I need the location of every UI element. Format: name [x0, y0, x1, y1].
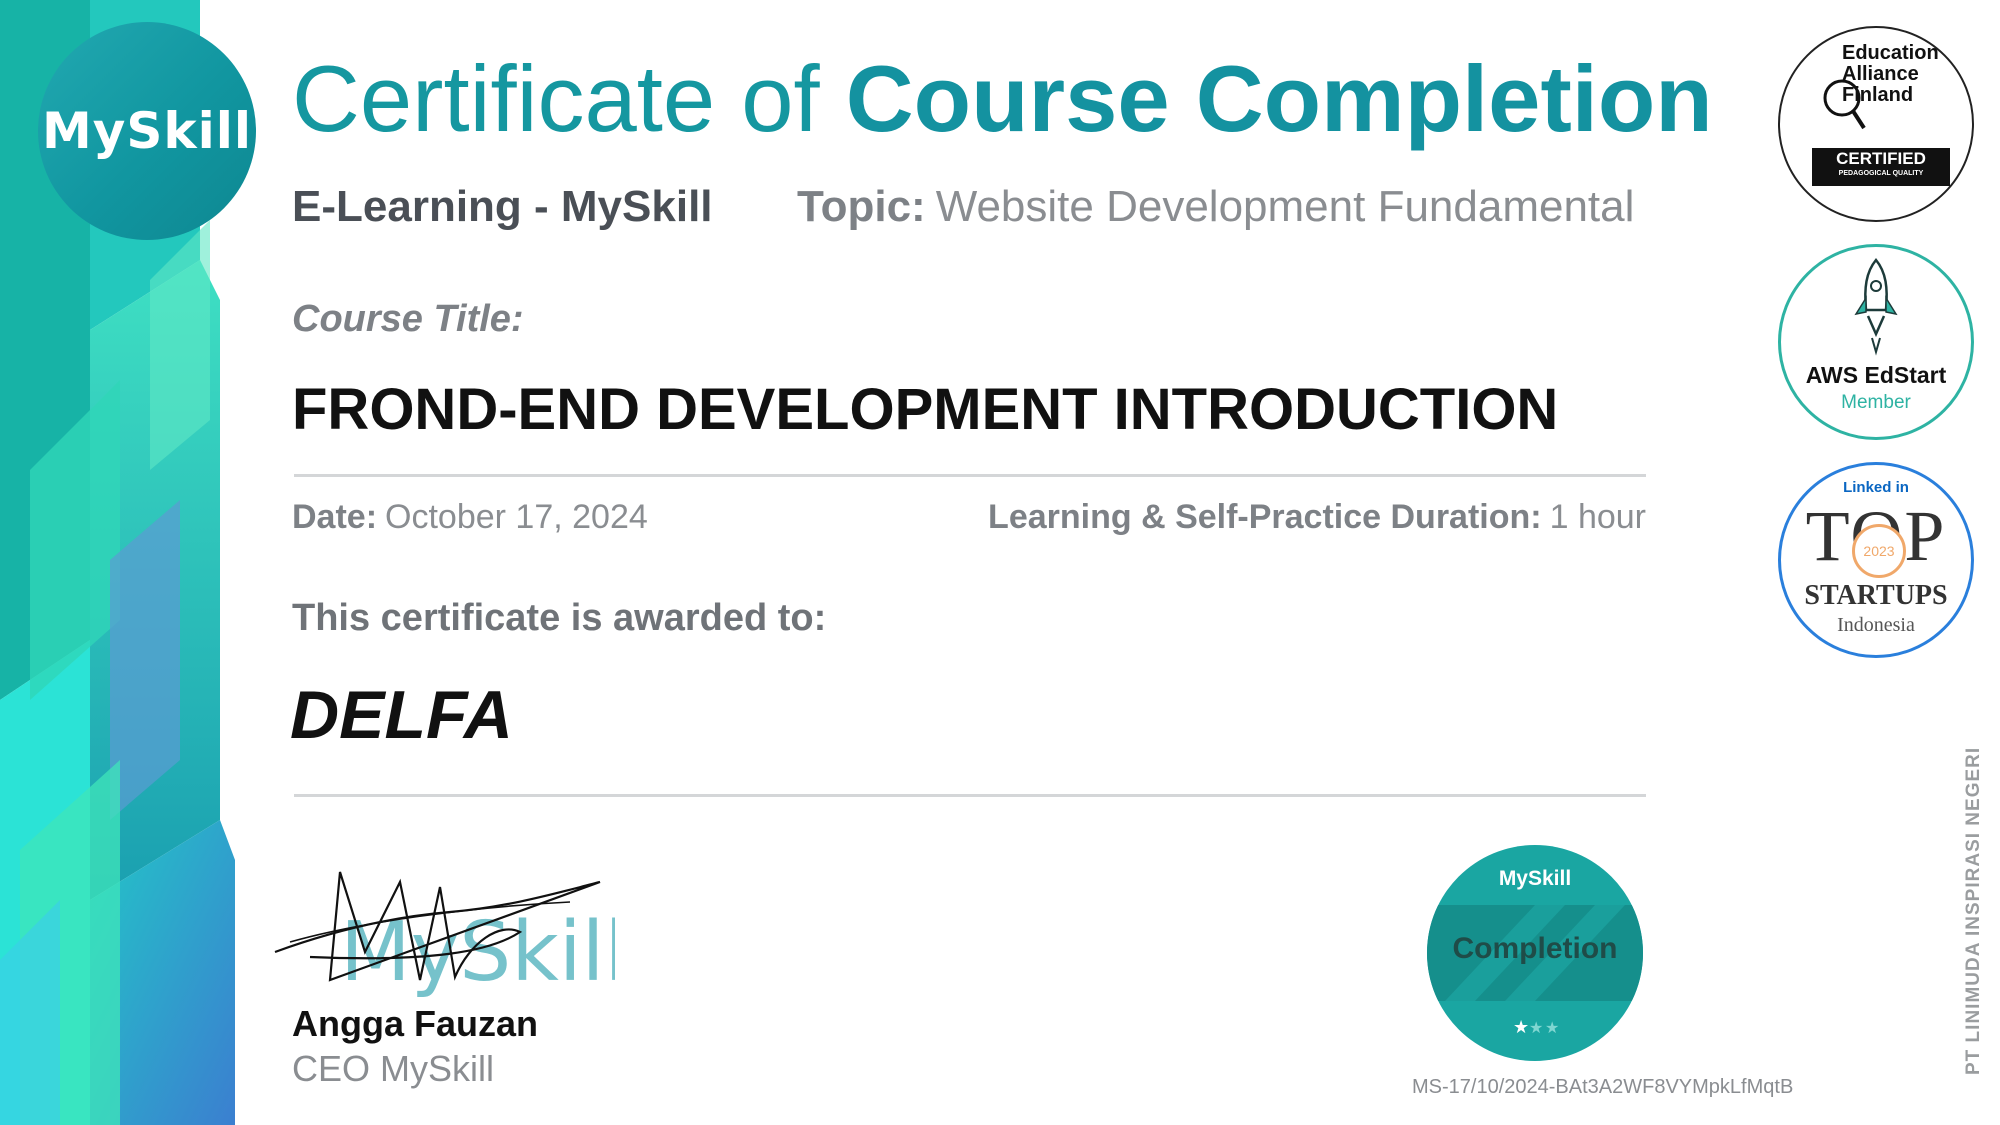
topic: Topic: Website Development Fundamental: [797, 182, 1634, 232]
country-label: Indonesia: [1837, 614, 1915, 636]
aws-badge-sub: Member: [1841, 392, 1911, 413]
company-name-vertical: PT LINIMUDA INSPIRASI NEGERI: [1963, 746, 1984, 1075]
eaf-certified-label: CERTIFIED PEDAGOGICAL QUALITY: [1812, 148, 1950, 186]
divider-bottom: [294, 794, 1646, 797]
seal-brand: MySkill: [1498, 867, 1572, 890]
signer-name: Angga Fauzan: [292, 1003, 539, 1044]
divider-top: [294, 474, 1646, 477]
linkedin-logo: Linked in: [1843, 479, 1909, 496]
signer-role: CEO MySkill: [292, 1048, 495, 1089]
provider-name: E-Learning - MySkill: [292, 182, 713, 231]
duration-label: Learning & Self-Practice Duration:: [988, 498, 1542, 536]
logo-text: MySkill: [41, 102, 253, 160]
seal-star: ★: [1529, 1018, 1543, 1037]
topic-value: Website Development Fundamental: [935, 182, 1635, 231]
ceo-signature: MySkill: [274, 871, 615, 997]
eaf-quality-text: PEDAGOGICAL QUALITY: [1838, 170, 1924, 177]
year-medal: 2023: [1852, 524, 1906, 578]
seal-star: ★: [1545, 1018, 1559, 1037]
seal-label: Completion: [1452, 932, 1618, 965]
awarded-label: This certificate is awarded to:: [292, 597, 827, 639]
date-value: October 17, 2024: [385, 498, 648, 536]
course-title: FROND-END DEVELOPMENT INTRODUCTION: [292, 377, 1559, 442]
rocket-icon: [1854, 258, 1898, 356]
course-title-label: Course Title:: [292, 298, 524, 340]
duration-value: 1 hour: [1549, 498, 1646, 536]
myskill-logo: MySkill: [38, 22, 256, 240]
eaf-line-1: Education: [1842, 42, 1939, 64]
aws-badge-name: AWS EdStart: [1805, 362, 1947, 388]
magnifier-icon: [1823, 79, 1866, 130]
title-prefix: Certificate of: [292, 46, 846, 151]
certificate-title: Certificate of Course Completion: [292, 52, 1713, 146]
eaf-certified-text: CERTIFIED: [1836, 149, 1926, 168]
title-emphasis: Course Completion: [845, 46, 1713, 151]
seal-star: ★: [1513, 1017, 1529, 1038]
recipient-name: DELFA: [290, 677, 513, 753]
date-label: Date:: [292, 498, 378, 536]
topic-label: Topic:: [797, 182, 926, 231]
completion-date: Date: October 17, 2024: [292, 498, 648, 537]
certificate-id: MS-17/10/2024-BAt3A2WF8VYMpkLfMqtB: [1412, 1076, 1794, 1098]
duration: Learning & Self-Practice Duration: 1 hour: [988, 498, 1646, 537]
startups-label: STARTUPS: [1804, 580, 1948, 611]
